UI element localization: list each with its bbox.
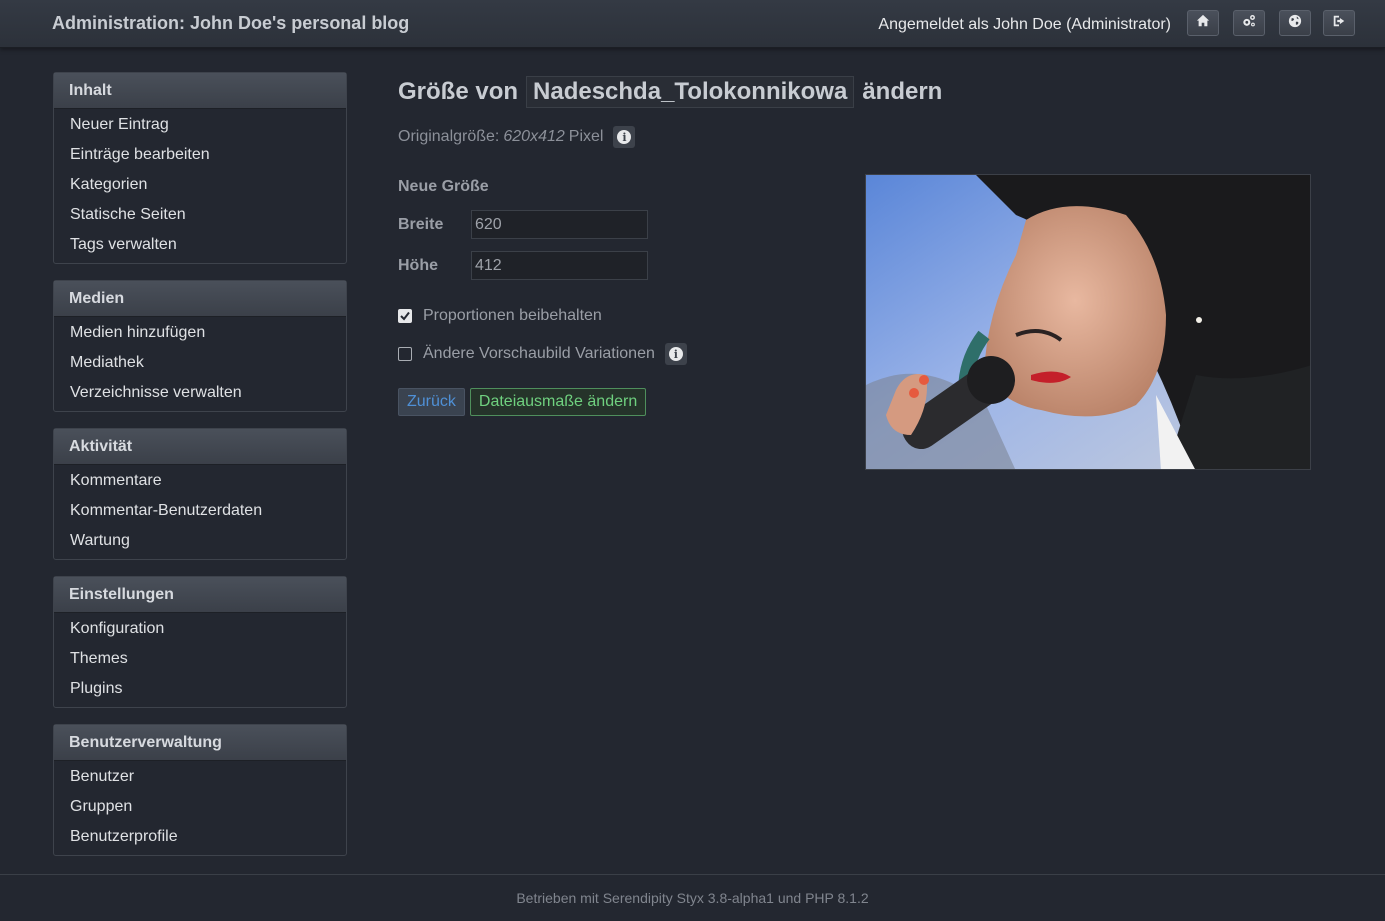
sidebar-item[interactable]: Neuer Eintrag <box>54 110 346 140</box>
home-icon <box>1196 14 1210 33</box>
height-row: Höhe <box>398 251 648 280</box>
sidebar-section-4: Benutzerverwaltung Benutzer Gruppen Benutze… <box>53 724 347 856</box>
other-variations-checkbox[interactable] <box>398 347 412 361</box>
new-size-heading: Neue Größe <box>398 178 489 195</box>
sidebar-section-title: Medien <box>54 281 346 317</box>
dashboard-button[interactable] <box>1233 10 1265 36</box>
other-variations-label[interactable]: Ändere Vorschaubild Variationen <box>423 345 655 363</box>
footer: Betrieben mit Serendipity Styx 3.8-alpha… <box>0 874 1385 920</box>
sidebar-section-title: Aktivität <box>54 429 346 465</box>
sidebar-item[interactable]: Plugins <box>54 674 346 704</box>
sidebar-item[interactable]: Kategorien <box>54 170 346 200</box>
original-size-info-button[interactable]: i <box>613 126 636 148</box>
site-title[interactable]: Administration: John Doe's personal blog <box>52 13 409 34</box>
variations-info-button[interactable]: i <box>664 343 687 365</box>
logout-icon <box>1332 14 1346 33</box>
sidebar-item[interactable]: Gruppen <box>54 792 346 822</box>
sidebar-item-list: Konfiguration Themes Plugins <box>54 613 346 707</box>
sidebar-section-0: Inhalt Neuer Eintrag Einträge bearbeiten Ka… <box>53 72 347 264</box>
sidebar-item[interactable]: Konfiguration <box>54 614 346 644</box>
sidebar-item[interactable]: Wartung <box>54 526 346 556</box>
logout-button[interactable] <box>1323 10 1355 36</box>
sidebar-item[interactable]: Verzeichnisse verwalten <box>54 378 346 408</box>
sidebar-item[interactable]: Statische Seiten <box>54 200 346 230</box>
user-info: Angemeldet als John Doe (Administrator) <box>878 16 1171 33</box>
sidebar-item[interactable]: Medien hinzufügen <box>54 318 346 348</box>
sidebar-section-title: Inhalt <box>54 73 346 109</box>
width-input[interactable] <box>471 210 648 239</box>
sidebar-item-list: Medien hinzufügen Mediathek Verzeichnisse … <box>54 317 346 411</box>
height-label: Höhe <box>398 256 438 274</box>
info-icon: i <box>668 347 683 361</box>
sidebar-item[interactable]: Benutzerprofile <box>54 822 346 852</box>
info-icon: i <box>617 130 632 144</box>
keep-proportions-row: Proportionen beibehalten <box>398 307 602 325</box>
home-button[interactable] <box>1187 10 1219 36</box>
sidebar-item[interactable]: Benutzer <box>54 762 346 792</box>
dashboard-cog-icon <box>1242 14 1256 33</box>
width-label: Breite <box>398 215 444 233</box>
sidebar-item-list: Kommentare Kommentar-Benutzerdaten Wartung <box>54 465 346 559</box>
other-variations-row: Ändere Vorschaubild Variationen i <box>398 343 687 365</box>
original-size-info: Originalgröße: 620x412 Pixel i <box>398 126 1338 148</box>
filename-label: Nadeschda_Tolokonnikowa <box>526 76 855 108</box>
sidebar-item[interactable]: Tags verwalten <box>54 230 346 260</box>
top-bar: Administration: John Doe's personal blog… <box>0 0 1385 48</box>
sidebar-item[interactable]: Einträge bearbeiten <box>54 140 346 170</box>
height-input[interactable] <box>471 251 648 280</box>
sidebar-item[interactable]: Kommentar-Benutzerdaten <box>54 496 346 526</box>
globe-icon <box>1288 14 1302 33</box>
sidebar-section-1: Medien Medien hinzufügen Mediathek Verzeich… <box>53 280 347 412</box>
page-title: Größe von Nadeschda_Tolokonnikowa ändern <box>398 72 1338 112</box>
sidebar-item[interactable]: Kommentare <box>54 466 346 496</box>
sidebar-item-list: Neuer Eintrag Einträge bearbeiten Kategori… <box>54 109 346 263</box>
original-size-dims: 620x412 <box>503 128 565 145</box>
sidebar-item[interactable]: Themes <box>54 644 346 674</box>
sidebar-item-list: Benutzer Gruppen Benutzerprofile <box>54 761 346 855</box>
image-preview <box>865 174 1311 470</box>
image-preview-picture <box>866 175 1310 469</box>
keep-proportions-checkbox[interactable] <box>398 309 412 323</box>
original-size-unit: Pixel <box>568 128 604 145</box>
footer-text: Betrieben mit Serendipity Styx 3.8-alpha… <box>516 890 869 906</box>
resize-submit-button[interactable]: Dateiausmaße ändern <box>469 388 647 416</box>
page-title-prefix: Größe von <box>398 78 519 105</box>
original-size-label: Originalgröße: <box>398 128 500 145</box>
sidebar-nav: Inhalt Neuer Eintrag Einträge bearbeiten Ka… <box>53 72 347 872</box>
width-row: Breite <box>398 210 648 239</box>
sidebar-section-title: Benutzerverwaltung <box>54 725 346 761</box>
sidebar-item[interactable]: Mediathek <box>54 348 346 378</box>
form-actions: Zurück Dateiausmaße ändern <box>398 388 651 416</box>
back-button[interactable]: Zurück <box>398 388 465 416</box>
sidebar-section-3: Einstellungen Konfiguration Themes Plugins <box>53 576 347 708</box>
keep-proportions-label[interactable]: Proportionen beibehalten <box>423 307 602 325</box>
checkmark-icon <box>400 311 410 321</box>
sidebar-section-title: Einstellungen <box>54 577 346 613</box>
main-content: Größe von Nadeschda_Tolokonnikowa ändern… <box>398 72 1338 470</box>
page-title-suffix: ändern <box>862 78 943 105</box>
sidebar-section-2: Aktivität Kommentare Kommentar-Benutzerdat… <box>53 428 347 560</box>
view-blog-button[interactable] <box>1279 10 1311 36</box>
